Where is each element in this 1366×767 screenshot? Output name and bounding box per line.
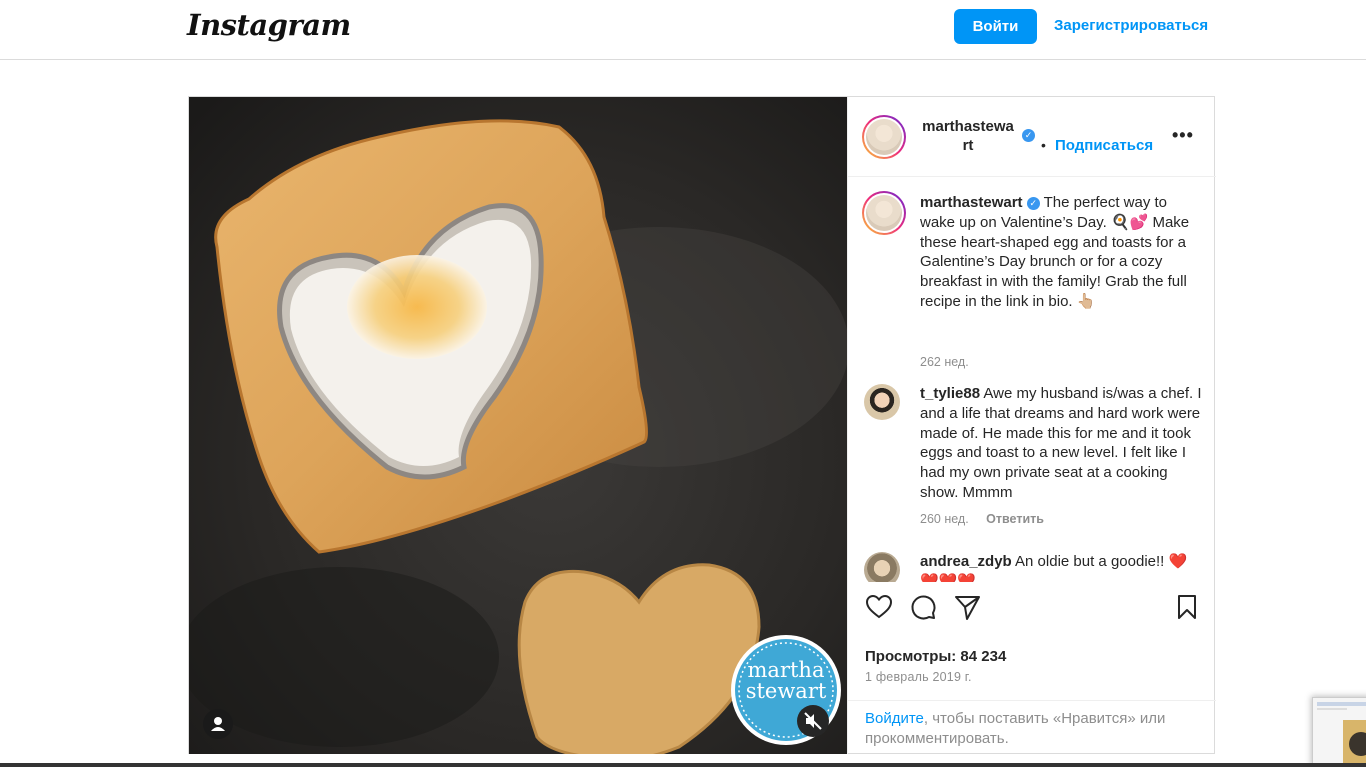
comment-icon [911,595,936,620]
share-button[interactable] [952,592,982,622]
top-navigation-bar: Instagram Войти Зарегистрироваться [0,0,1366,60]
comment-item: t_tylie88 Awe my husband is/was a chef. … [862,382,1202,532]
comment-text: andrea_zdyb An oldie but a goodie!! ❤️❤️… [920,552,1202,582]
comment-button[interactable] [908,592,938,622]
separator-dot: • [1041,137,1046,153]
commenter-avatar[interactable] [864,552,900,582]
login-link[interactable]: Войдите [865,710,924,727]
comments-list[interactable]: marthastewart ✓ The perfect way to wake … [848,178,1216,582]
author-avatar[interactable] [862,115,906,159]
caption-username[interactable]: marthastewart [920,194,1023,211]
caption-avatar[interactable] [862,191,906,235]
comment-username[interactable]: t_tylie88 [920,385,980,402]
caption-text: marthastewart ✓ The perfect way to wake … [920,193,1202,312]
caption-body: The perfect way to wake up on Valentine’… [920,194,1190,310]
post-actions [848,586,1216,636]
watermark-line-2: stewart [745,679,827,703]
instagram-logo[interactable]: Instagram [187,8,351,42]
thumbnail-preview-image [1317,702,1366,766]
author-username[interactable]: marthastewa rt [920,117,1016,155]
paper-plane-icon [955,596,980,620]
post-date[interactable]: 1 февраль 2019 г. [865,670,972,684]
verified-badge-icon: ✓ [1022,129,1035,142]
bottom-bar [0,763,1366,767]
follow-button[interactable]: Подписаться [1055,137,1153,154]
views-count: Просмотры: 84 234 [865,648,1007,665]
author-username-line-1: marthastewa [922,118,1014,135]
more-options-icon[interactable]: ••• [1172,125,1194,146]
verified-badge-icon: ✓ [1026,196,1040,210]
post-container: martha stewart marthastewa rt ✓ • Подпис… [188,96,1216,754]
comment-meta: 260 нед. Ответить [920,512,1044,526]
bookmark-icon [1178,595,1196,619]
login-button[interactable]: Войти [954,9,1037,44]
caption-age: 262 нед. [920,355,969,369]
comment-text: t_tylie88 Awe my husband is/was a chef. … [920,384,1202,503]
watermark-line-1: martha [747,658,825,682]
comment-age: 260 нед. [920,512,969,526]
martha-stewart-watermark: martha stewart [734,660,838,702]
author-username-line-2: rt [962,137,974,154]
signup-link[interactable]: Зарегистрироваться [1054,17,1208,34]
mute-button[interactable] [797,705,829,737]
egg-in-toast-image [189,97,847,754]
comment-username[interactable]: andrea_zdyb [920,553,1012,570]
screenshot-thumbnail[interactable] [1312,697,1366,767]
caption: marthastewart ✓ The perfect way to wake … [862,191,1202,371]
post-sidebar: marthastewa rt ✓ • Подписаться ••• marth… [847,97,1216,754]
comment-item: andrea_zdyb An oldie but a goodie!! ❤️❤️… [862,550,1202,582]
post-header: marthastewa rt ✓ • Подписаться ••• [848,97,1216,177]
speaker-muted-icon [804,712,822,730]
reply-button[interactable]: Ответить [986,512,1044,526]
tagged-users-button[interactable] [203,709,233,739]
heart-icon [865,594,893,619]
like-button[interactable] [864,592,894,622]
comment-body: Awe my husband is/was a chef. I and a li… [920,385,1202,501]
login-prompt: Войдите, чтобы поставить «Нравится» или … [848,700,1216,754]
post-video[interactable]: martha stewart [189,97,847,754]
commenter-avatar[interactable] [864,384,900,420]
user-icon [211,717,225,731]
save-button[interactable] [1172,592,1202,622]
